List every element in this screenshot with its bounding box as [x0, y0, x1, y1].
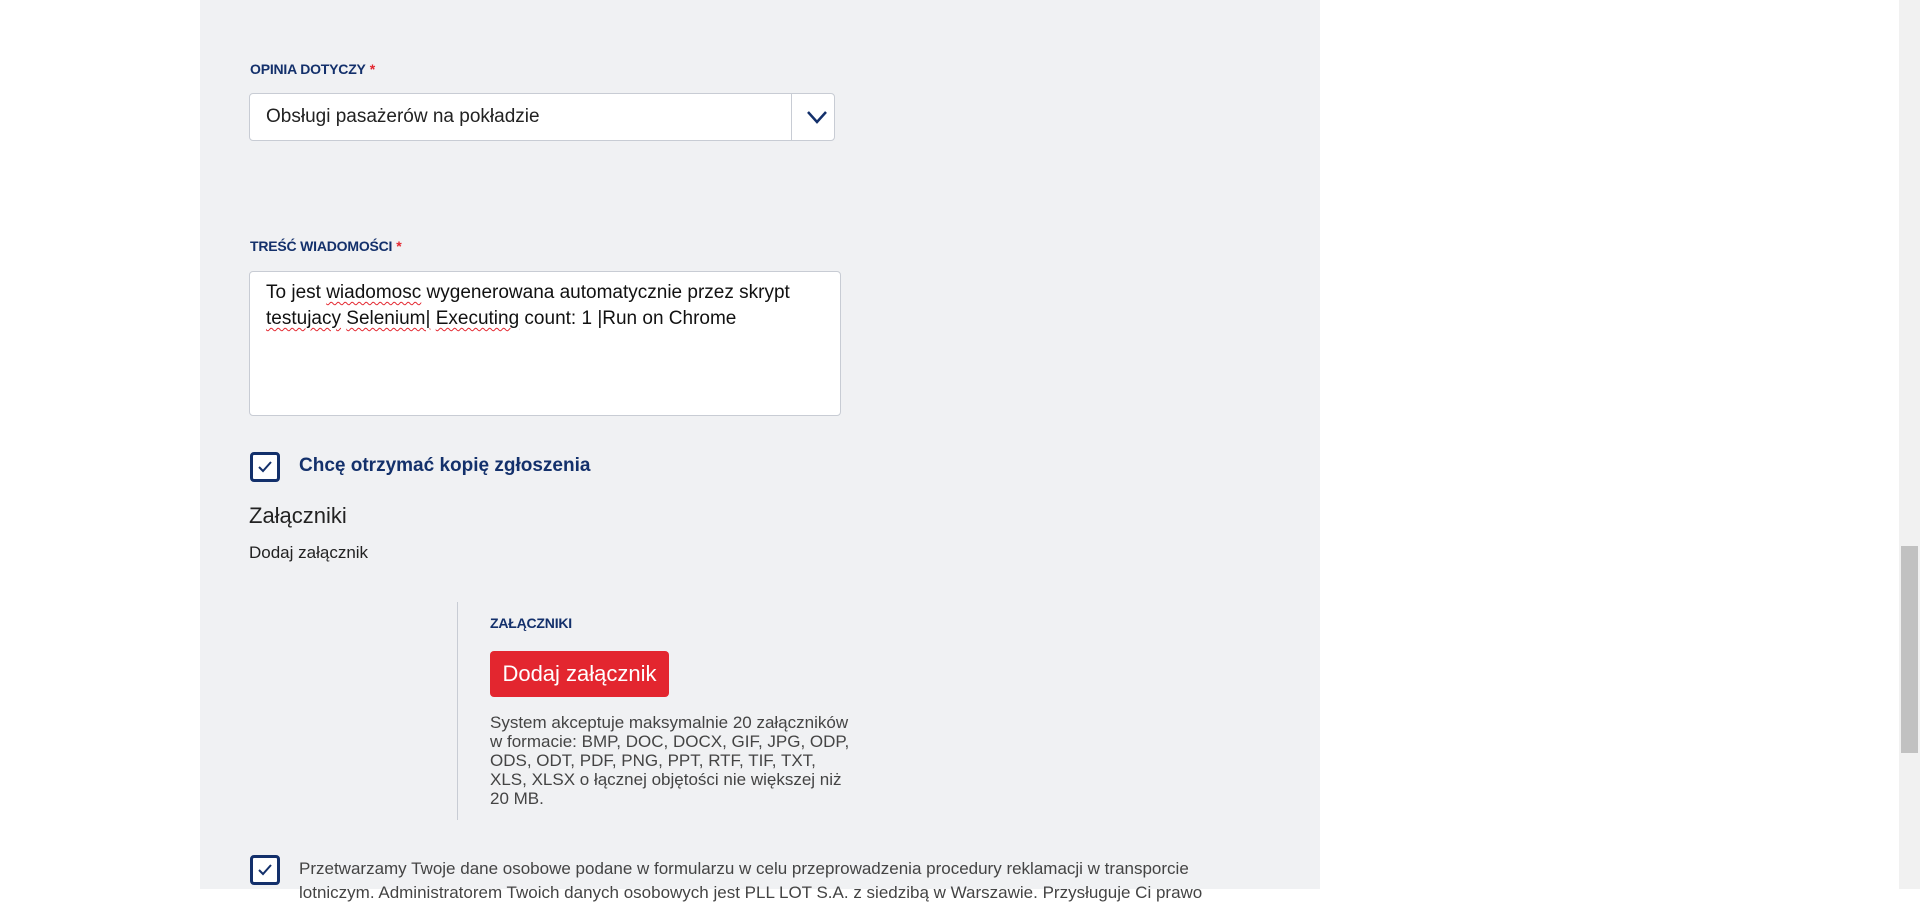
select-divider	[791, 94, 792, 140]
check-icon	[258, 864, 272, 876]
add-attachment-button[interactable]: Dodaj załącznik	[490, 651, 669, 697]
scrollbar-track[interactable]	[1899, 0, 1920, 889]
attachments-section-label: ZAŁĄCZNIKI	[490, 615, 572, 631]
topic-selected-value: Obsługi pasażerów na pokładzie	[266, 106, 540, 127]
consent-checkbox[interactable]	[250, 855, 280, 885]
topic-select[interactable]: Obsługi pasażerów na pokładzie	[249, 93, 835, 141]
message-textarea[interactable]: To jest wiadomosc wygenerowana automatyc…	[249, 271, 841, 416]
copy-checkbox-label[interactable]: Chcę otrzymać kopię zgłoszenia	[299, 455, 590, 477]
attachments-subheading: Dodaj załącznik	[249, 543, 369, 562]
check-icon	[258, 461, 272, 473]
attachments-divider	[457, 602, 458, 820]
scrollbar-thumb[interactable]	[1901, 546, 1918, 753]
attachments-description: System akceptuje maksymalnie 20 załączni…	[490, 713, 850, 808]
attachments-heading: Załączniki	[249, 503, 347, 528]
copy-checkbox[interactable]	[250, 452, 280, 482]
message-label: TREŚĆ WIADOMOŚCI *	[250, 238, 402, 254]
consent-text: Przetwarzamy Twoje dane osobowe podane w…	[299, 859, 1203, 902]
chevron-down-icon[interactable]	[804, 104, 830, 130]
topic-label: OPINIA DOTYCZY *	[250, 61, 375, 77]
